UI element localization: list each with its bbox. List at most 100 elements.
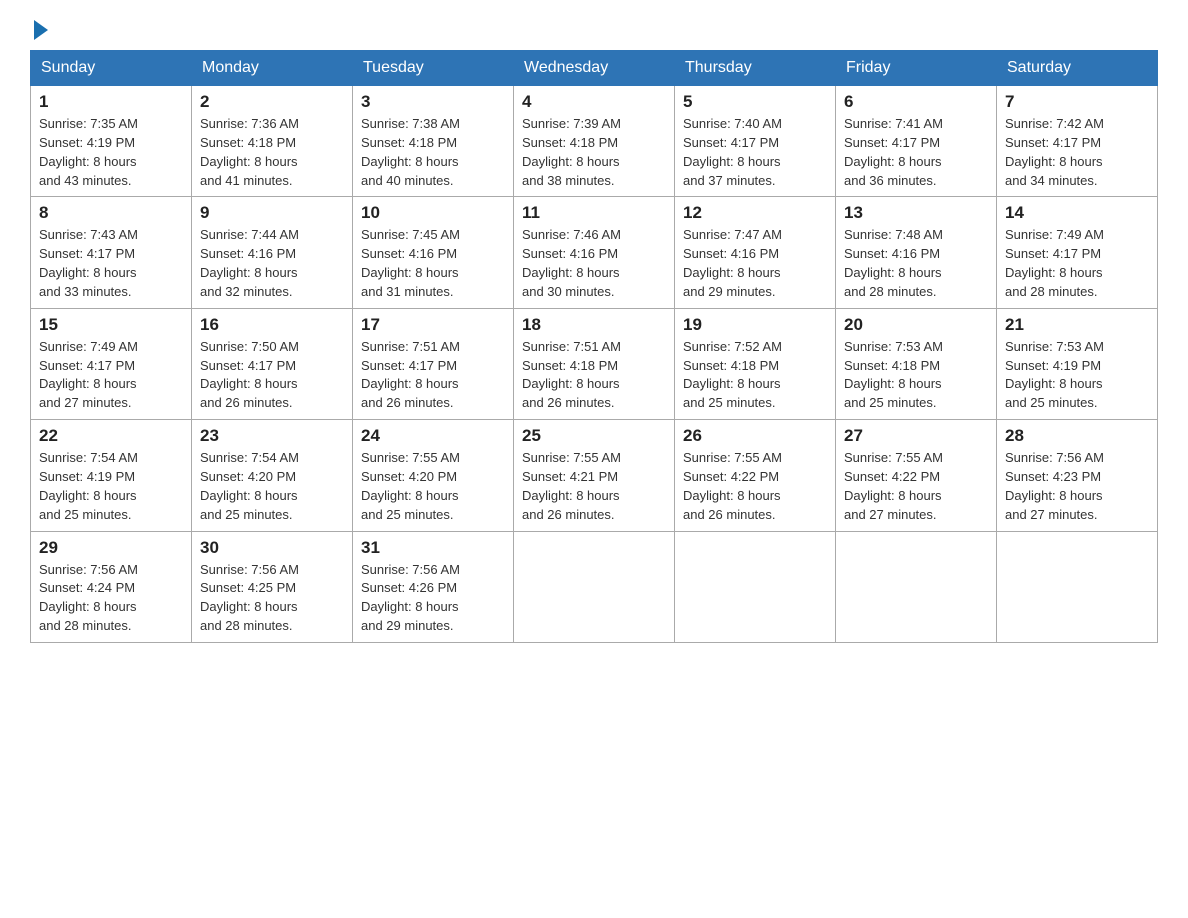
calendar-week-row: 22 Sunrise: 7:54 AMSunset: 4:19 PMDaylig… <box>31 420 1158 531</box>
calendar-cell: 20 Sunrise: 7:53 AMSunset: 4:18 PMDaylig… <box>836 308 997 419</box>
day-number: 24 <box>361 426 505 446</box>
page-header <box>30 20 1158 40</box>
day-number: 5 <box>683 92 827 112</box>
calendar-cell: 11 Sunrise: 7:46 AMSunset: 4:16 PMDaylig… <box>514 197 675 308</box>
calendar-cell <box>997 531 1158 642</box>
calendar-cell: 28 Sunrise: 7:56 AMSunset: 4:23 PMDaylig… <box>997 420 1158 531</box>
day-number: 31 <box>361 538 505 558</box>
day-number: 26 <box>683 426 827 446</box>
day-number: 12 <box>683 203 827 223</box>
day-info: Sunrise: 7:47 AMSunset: 4:16 PMDaylight:… <box>683 227 782 299</box>
calendar-cell: 1 Sunrise: 7:35 AMSunset: 4:19 PMDayligh… <box>31 86 192 197</box>
column-header-sunday: Sunday <box>31 51 192 86</box>
calendar-cell: 26 Sunrise: 7:55 AMSunset: 4:22 PMDaylig… <box>675 420 836 531</box>
calendar-cell: 7 Sunrise: 7:42 AMSunset: 4:17 PMDayligh… <box>997 86 1158 197</box>
column-header-tuesday: Tuesday <box>353 51 514 86</box>
calendar-cell: 15 Sunrise: 7:49 AMSunset: 4:17 PMDaylig… <box>31 308 192 419</box>
day-number: 1 <box>39 92 183 112</box>
calendar-cell: 25 Sunrise: 7:55 AMSunset: 4:21 PMDaylig… <box>514 420 675 531</box>
calendar-cell: 17 Sunrise: 7:51 AMSunset: 4:17 PMDaylig… <box>353 308 514 419</box>
day-number: 8 <box>39 203 183 223</box>
day-number: 4 <box>522 92 666 112</box>
day-info: Sunrise: 7:45 AMSunset: 4:16 PMDaylight:… <box>361 227 460 299</box>
day-info: Sunrise: 7:51 AMSunset: 4:18 PMDaylight:… <box>522 339 621 411</box>
day-info: Sunrise: 7:41 AMSunset: 4:17 PMDaylight:… <box>844 116 943 188</box>
column-header-monday: Monday <box>192 51 353 86</box>
day-number: 30 <box>200 538 344 558</box>
day-info: Sunrise: 7:42 AMSunset: 4:17 PMDaylight:… <box>1005 116 1104 188</box>
day-info: Sunrise: 7:48 AMSunset: 4:16 PMDaylight:… <box>844 227 943 299</box>
day-number: 13 <box>844 203 988 223</box>
day-number: 22 <box>39 426 183 446</box>
day-info: Sunrise: 7:55 AMSunset: 4:22 PMDaylight:… <box>683 450 782 522</box>
day-info: Sunrise: 7:35 AMSunset: 4:19 PMDaylight:… <box>39 116 138 188</box>
calendar-cell: 10 Sunrise: 7:45 AMSunset: 4:16 PMDaylig… <box>353 197 514 308</box>
day-number: 16 <box>200 315 344 335</box>
day-info: Sunrise: 7:55 AMSunset: 4:22 PMDaylight:… <box>844 450 943 522</box>
day-number: 23 <box>200 426 344 446</box>
day-number: 27 <box>844 426 988 446</box>
day-number: 3 <box>361 92 505 112</box>
day-info: Sunrise: 7:49 AMSunset: 4:17 PMDaylight:… <box>39 339 138 411</box>
day-info: Sunrise: 7:56 AMSunset: 4:26 PMDaylight:… <box>361 562 460 634</box>
day-info: Sunrise: 7:40 AMSunset: 4:17 PMDaylight:… <box>683 116 782 188</box>
calendar-table: SundayMondayTuesdayWednesdayThursdayFrid… <box>30 50 1158 643</box>
day-number: 18 <box>522 315 666 335</box>
calendar-week-row: 1 Sunrise: 7:35 AMSunset: 4:19 PMDayligh… <box>31 86 1158 197</box>
column-header-friday: Friday <box>836 51 997 86</box>
day-info: Sunrise: 7:43 AMSunset: 4:17 PMDaylight:… <box>39 227 138 299</box>
calendar-week-row: 8 Sunrise: 7:43 AMSunset: 4:17 PMDayligh… <box>31 197 1158 308</box>
calendar-cell <box>514 531 675 642</box>
day-number: 2 <box>200 92 344 112</box>
calendar-week-row: 15 Sunrise: 7:49 AMSunset: 4:17 PMDaylig… <box>31 308 1158 419</box>
calendar-cell: 3 Sunrise: 7:38 AMSunset: 4:18 PMDayligh… <box>353 86 514 197</box>
calendar-cell: 14 Sunrise: 7:49 AMSunset: 4:17 PMDaylig… <box>997 197 1158 308</box>
logo-triangle-icon <box>34 20 48 40</box>
logo <box>30 20 48 40</box>
day-info: Sunrise: 7:51 AMSunset: 4:17 PMDaylight:… <box>361 339 460 411</box>
day-number: 17 <box>361 315 505 335</box>
calendar-cell: 19 Sunrise: 7:52 AMSunset: 4:18 PMDaylig… <box>675 308 836 419</box>
calendar-cell: 13 Sunrise: 7:48 AMSunset: 4:16 PMDaylig… <box>836 197 997 308</box>
calendar-cell: 9 Sunrise: 7:44 AMSunset: 4:16 PMDayligh… <box>192 197 353 308</box>
day-number: 29 <box>39 538 183 558</box>
day-info: Sunrise: 7:54 AMSunset: 4:19 PMDaylight:… <box>39 450 138 522</box>
day-info: Sunrise: 7:55 AMSunset: 4:20 PMDaylight:… <box>361 450 460 522</box>
day-info: Sunrise: 7:52 AMSunset: 4:18 PMDaylight:… <box>683 339 782 411</box>
day-info: Sunrise: 7:53 AMSunset: 4:18 PMDaylight:… <box>844 339 943 411</box>
calendar-cell: 8 Sunrise: 7:43 AMSunset: 4:17 PMDayligh… <box>31 197 192 308</box>
day-number: 21 <box>1005 315 1149 335</box>
day-number: 7 <box>1005 92 1149 112</box>
calendar-cell: 2 Sunrise: 7:36 AMSunset: 4:18 PMDayligh… <box>192 86 353 197</box>
calendar-cell: 29 Sunrise: 7:56 AMSunset: 4:24 PMDaylig… <box>31 531 192 642</box>
day-info: Sunrise: 7:56 AMSunset: 4:23 PMDaylight:… <box>1005 450 1104 522</box>
day-info: Sunrise: 7:50 AMSunset: 4:17 PMDaylight:… <box>200 339 299 411</box>
calendar-cell: 12 Sunrise: 7:47 AMSunset: 4:16 PMDaylig… <box>675 197 836 308</box>
day-info: Sunrise: 7:46 AMSunset: 4:16 PMDaylight:… <box>522 227 621 299</box>
day-info: Sunrise: 7:56 AMSunset: 4:25 PMDaylight:… <box>200 562 299 634</box>
calendar-week-row: 29 Sunrise: 7:56 AMSunset: 4:24 PMDaylig… <box>31 531 1158 642</box>
day-info: Sunrise: 7:39 AMSunset: 4:18 PMDaylight:… <box>522 116 621 188</box>
day-info: Sunrise: 7:56 AMSunset: 4:24 PMDaylight:… <box>39 562 138 634</box>
day-number: 28 <box>1005 426 1149 446</box>
day-number: 19 <box>683 315 827 335</box>
column-header-thursday: Thursday <box>675 51 836 86</box>
column-header-saturday: Saturday <box>997 51 1158 86</box>
day-number: 15 <box>39 315 183 335</box>
calendar-cell: 4 Sunrise: 7:39 AMSunset: 4:18 PMDayligh… <box>514 86 675 197</box>
calendar-cell <box>836 531 997 642</box>
day-info: Sunrise: 7:36 AMSunset: 4:18 PMDaylight:… <box>200 116 299 188</box>
calendar-cell: 31 Sunrise: 7:56 AMSunset: 4:26 PMDaylig… <box>353 531 514 642</box>
calendar-cell: 5 Sunrise: 7:40 AMSunset: 4:17 PMDayligh… <box>675 86 836 197</box>
calendar-cell: 6 Sunrise: 7:41 AMSunset: 4:17 PMDayligh… <box>836 86 997 197</box>
calendar-cell: 27 Sunrise: 7:55 AMSunset: 4:22 PMDaylig… <box>836 420 997 531</box>
day-info: Sunrise: 7:55 AMSunset: 4:21 PMDaylight:… <box>522 450 621 522</box>
calendar-cell: 30 Sunrise: 7:56 AMSunset: 4:25 PMDaylig… <box>192 531 353 642</box>
day-info: Sunrise: 7:53 AMSunset: 4:19 PMDaylight:… <box>1005 339 1104 411</box>
day-info: Sunrise: 7:44 AMSunset: 4:16 PMDaylight:… <box>200 227 299 299</box>
calendar-cell: 23 Sunrise: 7:54 AMSunset: 4:20 PMDaylig… <box>192 420 353 531</box>
calendar-cell: 22 Sunrise: 7:54 AMSunset: 4:19 PMDaylig… <box>31 420 192 531</box>
day-number: 10 <box>361 203 505 223</box>
calendar-header-row: SundayMondayTuesdayWednesdayThursdayFrid… <box>31 51 1158 86</box>
calendar-cell: 21 Sunrise: 7:53 AMSunset: 4:19 PMDaylig… <box>997 308 1158 419</box>
